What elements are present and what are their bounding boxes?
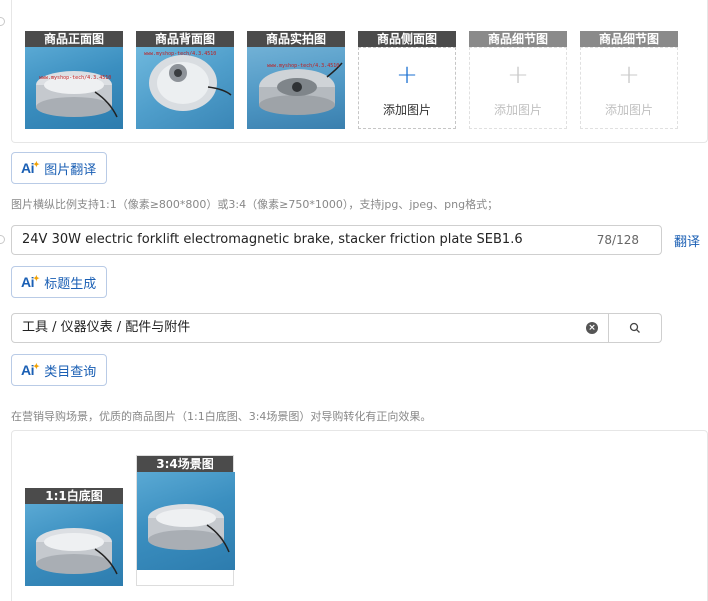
watermark: www.myshop-tech/4.3.4510 xyxy=(144,51,217,57)
image-slot-detail-1: 商品细节图 + 添加图片 xyxy=(469,31,567,129)
image-format-hint: 图片横纵比例支持1:1（像素≥800*800）或3:4（像素≥750*1000）… xyxy=(11,198,499,211)
marketing-hint: 在营销导购场景，优质的商品图片（1:1白底图、3:4场景图）对导购转化有正向效果… xyxy=(11,410,432,423)
search-icon xyxy=(629,322,640,333)
watermark: www.myshop-tech/4.3.4510 xyxy=(267,63,340,69)
ai-icon: Ai✦ xyxy=(21,362,40,378)
add-image-tile-disabled: + 添加图片 xyxy=(580,47,678,129)
title-input[interactable]: 24V 30W electric forklift electromagneti… xyxy=(11,225,662,255)
slot-label: 商品正面图 xyxy=(25,31,123,47)
product-photo: www.myshop-tech/4.3.4510 xyxy=(247,47,345,129)
slot-label: 商品细节图 xyxy=(580,31,678,47)
clear-icon[interactable]: × xyxy=(586,322,598,334)
button-label: 类目查询 xyxy=(44,364,97,380)
plus-icon: + xyxy=(618,60,640,90)
plus-icon: + xyxy=(507,60,529,90)
image-slot-side[interactable]: 商品侧面图 + 添加图片 xyxy=(358,31,456,129)
title-generate-button[interactable]: Ai✦ 标题生成 xyxy=(11,266,108,298)
image-translate-button[interactable]: Ai✦ 图片翻译 xyxy=(11,152,108,184)
square-label: 1:1白底图 xyxy=(25,488,123,504)
category-input[interactable]: 工具 / 仪器仪表 / 配件与附件 xyxy=(11,313,609,343)
title-value: 24V 30W electric forklift electromagneti… xyxy=(22,232,523,247)
square-white-image[interactable]: 1:1白底图 xyxy=(25,488,123,586)
scene-label: 3:4场景图 xyxy=(137,456,233,472)
title-translate-link[interactable]: 翻译 xyxy=(674,231,700,250)
ai-icon: Ai✦ xyxy=(21,160,40,176)
slot-label: 商品细节图 xyxy=(469,31,567,47)
watermark: www.myshop-tech/4.3.4510 xyxy=(39,75,112,81)
category-search-button[interactable] xyxy=(609,313,662,343)
plus-icon: + xyxy=(396,60,418,90)
add-image-text: 添加图片 xyxy=(604,103,653,117)
ai-icon: Ai✦ xyxy=(21,274,40,290)
image-slot-detail-2: 商品细节图 + 添加图片 xyxy=(580,31,678,129)
product-photo xyxy=(25,504,123,586)
image-slot-back[interactable]: 商品背面图 www.myshop-tech/4.3.4510 xyxy=(136,31,234,129)
category-query-button[interactable]: Ai✦ 类目查询 xyxy=(11,354,108,386)
product-photo xyxy=(137,472,235,570)
image-slot-real[interactable]: 商品实拍图 www.myshop-tech/4.3.4510 xyxy=(247,31,345,129)
category-value: 工具 / 仪器仪表 / 配件与附件 xyxy=(22,320,191,335)
button-label: 图片翻译 xyxy=(44,162,97,178)
title-char-count: 78/128 xyxy=(596,233,639,247)
slot-label: 商品侧面图 xyxy=(358,31,456,47)
add-image-tile[interactable]: + 添加图片 xyxy=(358,47,456,129)
image-slot-front[interactable]: 商品正面图 www.myshop-tech/4.3.4510 xyxy=(25,31,123,129)
slot-label: 商品背面图 xyxy=(136,31,234,47)
button-label: 标题生成 xyxy=(44,276,97,292)
section-radio[interactable] xyxy=(0,17,5,26)
add-image-tile-disabled: + 添加图片 xyxy=(469,47,567,129)
scene-image[interactable]: 3:4场景图 xyxy=(136,455,235,586)
add-image-text: 添加图片 xyxy=(382,103,431,117)
product-photo: www.myshop-tech/4.3.4510 xyxy=(136,47,234,129)
slot-label: 商品实拍图 xyxy=(247,31,345,47)
product-photo: www.myshop-tech/4.3.4510 xyxy=(25,47,123,129)
add-image-text: 添加图片 xyxy=(493,103,542,117)
section-radio[interactable] xyxy=(0,235,5,244)
